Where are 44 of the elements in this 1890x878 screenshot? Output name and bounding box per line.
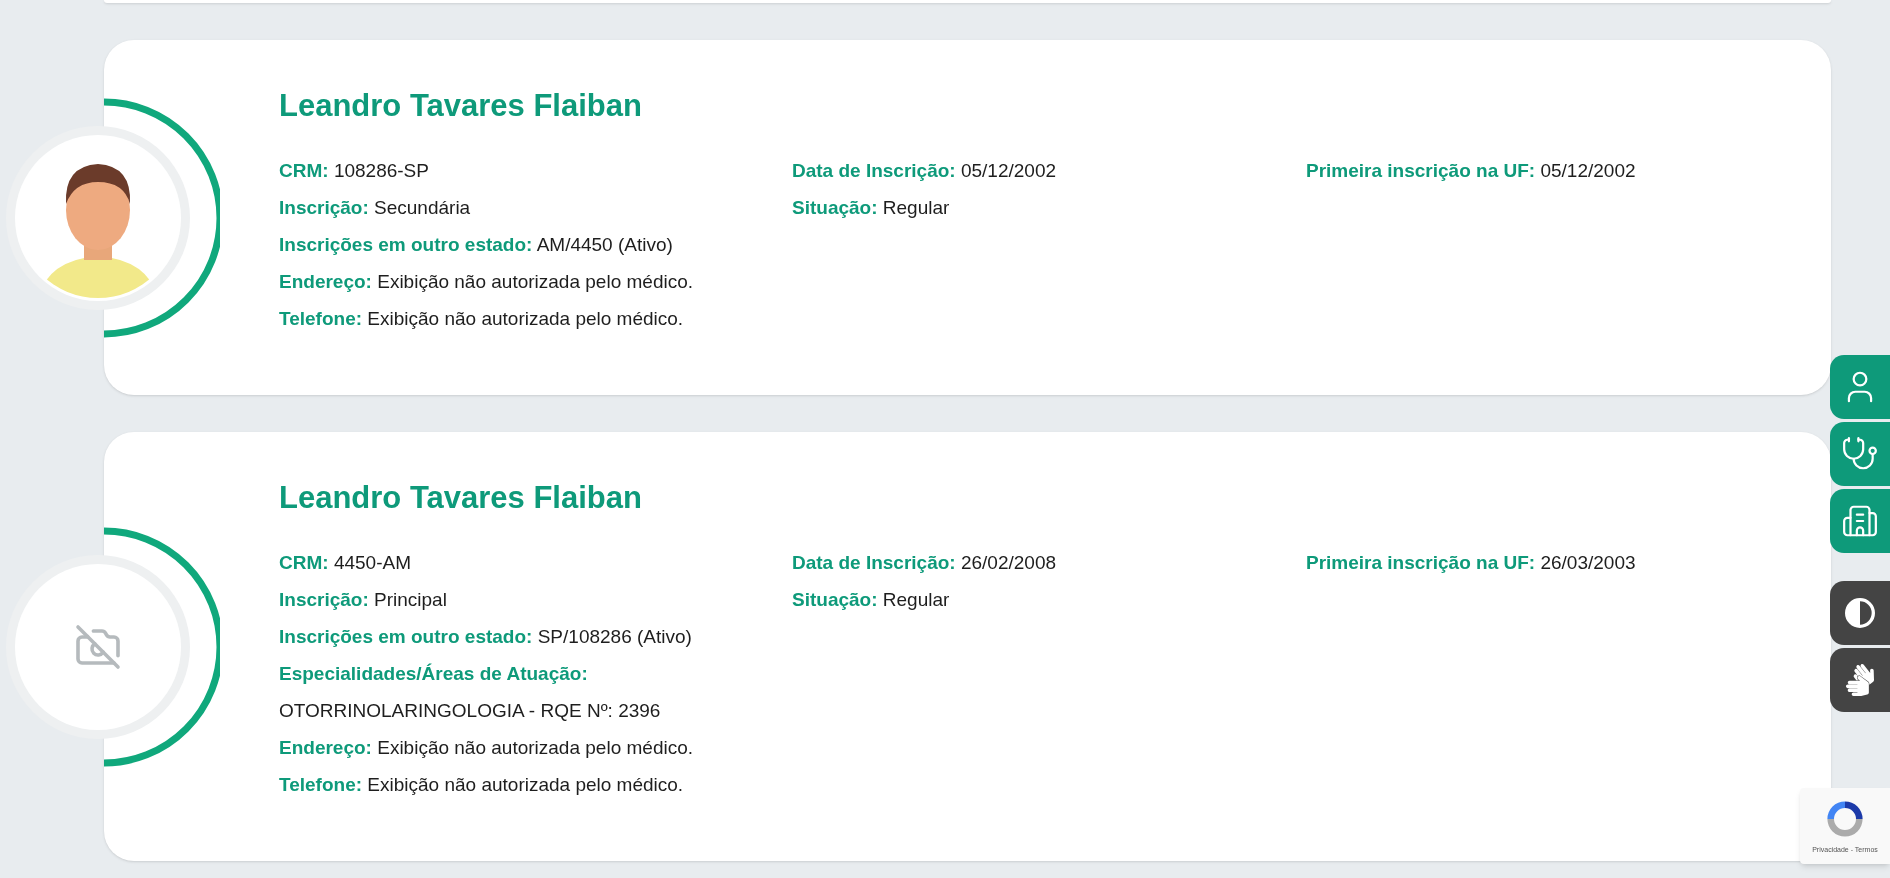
field-value: Regular — [882, 589, 950, 610]
building-button[interactable] — [1830, 489, 1890, 553]
field-label: Primeira inscrição na UF: — [1306, 160, 1536, 181]
field-value: Principal — [374, 589, 447, 610]
field-value: Exibição não autorizada pelo médico. — [377, 271, 693, 292]
field-label: Inscrição: — [279, 197, 369, 218]
field-label: CRM: — [279, 552, 329, 573]
field-label: Inscrições em outro estado: — [279, 234, 533, 255]
contrast-button[interactable] — [1830, 581, 1890, 645]
field-value: 26/02/2008 — [960, 552, 1057, 573]
field-label: Data de Inscrição: — [792, 160, 956, 181]
doctor-button[interactable] — [1830, 422, 1890, 486]
profile-button[interactable] — [1830, 355, 1890, 419]
field-value: Secundária — [374, 197, 471, 218]
field-label: Especialidades/Áreas de Atuação: — [279, 663, 588, 684]
field-value: 26/03/2003 — [1540, 552, 1636, 573]
field-value: Exibição não autorizada pelo médico. — [377, 737, 693, 758]
no-photo-icon — [74, 622, 122, 671]
field-value: 05/12/2002 — [960, 160, 1057, 181]
field-label: Situação: — [792, 589, 878, 610]
field-value: 05/12/2002 — [1540, 160, 1636, 181]
field-value: OTORRINOLARINGOLOGIA - RQE Nº: 2396 — [279, 700, 661, 721]
field-label: Inscrição: — [279, 589, 369, 610]
contrast-icon — [1844, 597, 1876, 629]
doctor-name: Leandro Tavares Flaiban — [279, 87, 643, 125]
field-value: 4450-AM — [333, 552, 411, 573]
field-label: Endereço: — [279, 737, 372, 758]
hands-icon — [1844, 664, 1876, 696]
field-label: Primeira inscrição na UF: — [1306, 552, 1536, 573]
field-label: Telefone: — [279, 774, 363, 795]
field-label: Endereço: — [279, 271, 372, 292]
field-value: SP/108286 (Ativo) — [537, 626, 692, 647]
field-label: Situação: — [792, 197, 878, 218]
field-value: Exibição não autorizada pelo médico. — [367, 308, 684, 329]
field-value: 108286-SP — [333, 160, 429, 181]
field-value: AM/4450 (Ativo) — [536, 234, 673, 255]
sign-language-button[interactable] — [1830, 648, 1890, 712]
field-label: Inscrições em outro estado: — [279, 626, 533, 647]
field-label: CRM: — [279, 160, 329, 181]
field-label: Data de Inscrição: — [792, 552, 956, 573]
field-label: Telefone: — [279, 308, 363, 329]
field-value: Regular — [882, 197, 950, 218]
doctor-name: Leandro Tavares Flaiban — [279, 479, 643, 517]
field-value: Exibição não autorizada pelo médico. — [367, 774, 684, 795]
